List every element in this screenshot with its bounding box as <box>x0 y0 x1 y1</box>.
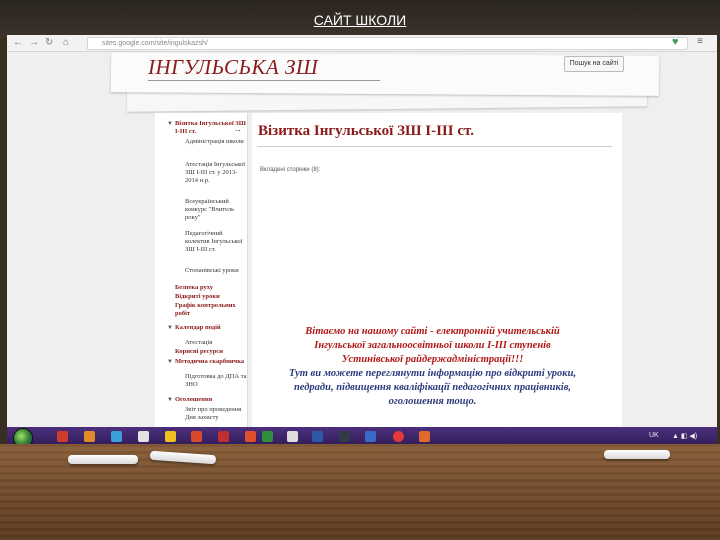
title-divider <box>257 146 612 147</box>
app-icon[interactable] <box>287 431 298 442</box>
sidebar: Візитка Інгульської ЗШ І-ІІІ ст. ▼ Адмініс… <box>155 113 248 427</box>
collapse-toggle-icon[interactable]: ▼ <box>167 121 173 127</box>
sidebar-item[interactable]: Адміністрація школи <box>185 138 247 146</box>
subpages-link[interactable]: Вкладені сторінки (8): <box>260 167 320 173</box>
browser-screenshot: ← → ↻ ⌂ ■ sites.google.com/site/ingulska… <box>7 35 717 447</box>
opera-icon[interactable] <box>393 431 404 442</box>
collapse-toggle-icon[interactable]: ▼ <box>167 325 173 331</box>
welcome-text: Вітаємо на нашому сайті - електронній уч… <box>255 325 610 409</box>
app-icon[interactable] <box>57 431 68 442</box>
sidebar-item[interactable]: Стопанівські уроки <box>185 267 247 275</box>
welcome-line: Вітаємо на нашому сайті - електронній уч… <box>305 326 560 337</box>
app-icon[interactable] <box>111 431 122 442</box>
sidebar-item[interactable]: Атестація <box>185 339 247 347</box>
sidebar-item[interactable]: Підготовка до ДПА та ЗНО <box>185 373 247 389</box>
welcome-line: педради, підвищення кваліфікації педагог… <box>293 382 572 393</box>
heart-icon[interactable]: ♥ <box>672 36 679 48</box>
reload-icon[interactable]: ↻ <box>45 37 53 49</box>
firefox-icon[interactable] <box>84 431 95 442</box>
sidebar-item[interactable]: Всеукраїнський конкурс "Вчитель року" <box>185 198 247 222</box>
language-indicator[interactable]: UK <box>649 432 659 439</box>
media-icon[interactable] <box>191 431 202 442</box>
word-icon[interactable] <box>312 431 323 442</box>
app-icon[interactable] <box>339 431 350 442</box>
sidebar-item[interactable]: Педагогічний колектив Інгульської ЗШ І-І… <box>185 230 247 254</box>
menu-icon[interactable]: ≡ <box>697 36 703 47</box>
sidebar-item[interactable]: Звіт про проведення Дня захисту <box>185 406 247 422</box>
arrow-icon: → <box>233 124 242 134</box>
app-icon[interactable] <box>365 431 376 442</box>
page-title: Візитка Інгульської ЗШ І-ІІІ ст. <box>258 123 474 139</box>
welcome-line: оголошення тощо. <box>388 396 477 407</box>
chalk-piece <box>604 450 670 459</box>
collapse-toggle-icon[interactable]: ▼ <box>167 359 173 365</box>
sidebar-item[interactable]: Корисні ресурси <box>175 348 247 356</box>
sidebar-item[interactable]: Атестація Інгульської ЗШ І-ІІІ ст. у 201… <box>185 161 247 185</box>
welcome-line: Тут ви можете переглянути інформацію про… <box>288 368 577 379</box>
home-icon[interactable]: ⌂ <box>63 37 69 49</box>
excel-icon[interactable] <box>262 431 273 442</box>
browser-toolbar: ← → ↻ ⌂ ■ sites.google.com/site/ingulska… <box>7 35 717 52</box>
collapse-toggle-icon[interactable]: ▼ <box>167 397 173 403</box>
tray-icons[interactable]: ▲ ◧ ◀) <box>672 432 697 440</box>
app-icon[interactable] <box>138 431 149 442</box>
welcome-line: Устинівської райдержадміністрації!!! <box>341 354 524 365</box>
site-name[interactable]: ІНГУЛЬСЬКА ЗШ <box>148 55 318 80</box>
sidebar-item[interactable]: Оголошення <box>175 396 247 404</box>
back-icon[interactable]: ← <box>13 37 23 49</box>
sidebar-item[interactable]: Відкриті уроки <box>175 293 247 301</box>
forward-icon[interactable]: → <box>29 37 39 49</box>
site-name-underline <box>148 80 380 81</box>
slide-title: САЙТ ШКОЛИ <box>313 12 407 28</box>
folder-icon[interactable] <box>165 431 176 442</box>
sidebar-item[interactable]: Календар подій <box>175 324 247 332</box>
search-button[interactable]: Пошук на сайті <box>564 56 624 72</box>
address-bar[interactable]: sites.google.com/site/ingulskazsh/ <box>87 37 688 50</box>
app-icon[interactable] <box>218 431 229 442</box>
powerpoint-icon[interactable] <box>419 431 430 442</box>
welcome-line: Інгульської загальноосвітньої школи І-ІІ… <box>314 340 551 351</box>
sidebar-item[interactable]: Методична скарбничка <box>175 358 247 366</box>
chalk-piece <box>68 455 138 464</box>
sidebar-item[interactable]: Графік контрольних робіт <box>175 302 247 318</box>
sidebar-item[interactable]: Безпека руху <box>175 284 247 292</box>
app-icon[interactable] <box>245 431 256 442</box>
